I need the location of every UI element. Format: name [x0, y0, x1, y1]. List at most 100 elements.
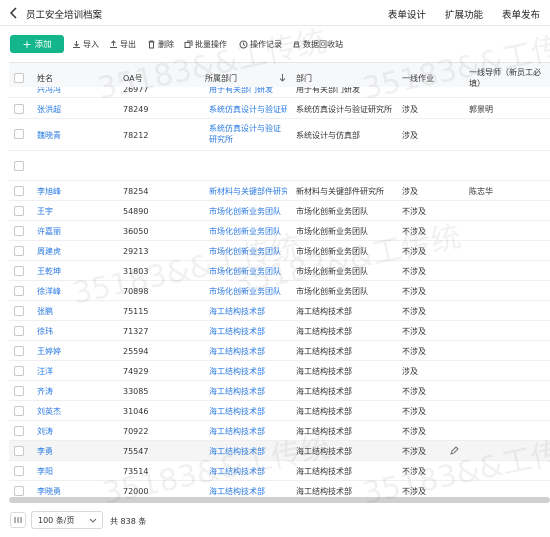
table-settings-button[interactable] [10, 512, 26, 528]
row-checkbox[interactable] [14, 266, 24, 276]
row-checkbox[interactable] [14, 386, 24, 396]
row-checkbox[interactable] [14, 486, 24, 496]
cell-name[interactable] [37, 151, 115, 181]
import-label: 导入 [83, 40, 99, 49]
cell-name[interactable]: 许嘉丽 [37, 221, 115, 241]
cell-name[interactable]: 齐涛 [37, 381, 115, 401]
cell-dept-link[interactable]: 海工结构技术部 [209, 461, 287, 481]
cell-dept-link[interactable]: 海工结构技术部 [209, 321, 287, 341]
cell-dept-link[interactable]: 系统仿真设计与验证研究所 [209, 99, 287, 119]
cell-dept-link[interactable]: 海工结构技术部 [209, 301, 287, 321]
row-checkbox[interactable] [14, 286, 24, 296]
cell-dept-link[interactable]: 新材料与关键部件研究所 [209, 181, 287, 201]
row-checkbox[interactable] [14, 104, 24, 114]
cell-name[interactable]: 张洪超 [37, 99, 115, 119]
import-button[interactable]: 导入 [72, 39, 99, 50]
cell-name[interactable]: 李阳 [37, 461, 115, 481]
cell-name[interactable]: 王乾坤 [37, 261, 115, 281]
batch-button[interactable]: 批量操作 [184, 39, 227, 50]
table-row[interactable] [9, 151, 550, 181]
cell-dept: 海工结构技术部 [296, 446, 352, 456]
table-row[interactable]: 李勇 75547 海工结构技术部 海工结构技术部 不涉及 [9, 441, 550, 461]
row-checkbox[interactable] [14, 326, 24, 336]
row-checkbox[interactable] [14, 246, 24, 256]
cell-name[interactable]: 周建虎 [37, 241, 115, 261]
row-checkbox[interactable] [14, 129, 24, 139]
table-row[interactable]: 许嘉丽 36050 市场化创新业务团队 市场化创新业务团队 不涉及 [9, 221, 550, 241]
row-checkbox[interactable] [14, 226, 24, 236]
table-row[interactable]: 王乾坤 31803 市场化创新业务团队 市场化创新业务团队 不涉及 [9, 261, 550, 281]
log-button[interactable]: 操作记录 [239, 39, 282, 50]
cell-dept-link[interactable]: 海工结构技术部 [209, 441, 287, 461]
horizontal-scrollbar[interactable] [9, 497, 550, 503]
edit-pencil-icon[interactable] [450, 446, 459, 455]
table-row[interactable]: 李旭峰 78254 新材料与关键部件研究所新材料与关键部件研究所 涉及 陈志华 [9, 181, 550, 201]
cell-dept-link[interactable]: 系统仿真设计与验证研究所 [209, 119, 287, 151]
table-row[interactable]: 张洪超78249系统仿真设计与验证研究所系统仿真设计与验证研究所涉及郭景明 [9, 99, 550, 119]
select-all-checkbox[interactable] [14, 73, 24, 83]
table-row[interactable]: 齐涛 33085 海工结构技术部 海工结构技术部 不涉及 [9, 381, 550, 401]
cell-dept-link[interactable]: 市场化创新业务团队 [209, 281, 287, 301]
table-row[interactable]: 王宇 54890 市场化创新业务团队 市场化创新业务团队 不涉及 [9, 201, 550, 221]
table-row-partial[interactable]: 兴冯冯 26977 用于有关部门研发 用于有关部门研发 [9, 87, 550, 98]
cell-name[interactable]: 刘涛 [37, 421, 115, 441]
cell-name[interactable]: 徐洋峰 [37, 281, 115, 301]
menu-form-design[interactable]: 表单设计 [388, 10, 426, 21]
cell-dept-link[interactable]: 市场化创新业务团队 [209, 201, 287, 221]
menu-form-publish[interactable]: 表单发布 [502, 10, 540, 21]
row-checkbox[interactable] [14, 306, 24, 316]
table-row[interactable]: 刘涛 70922 海工结构技术部 海工结构技术部 不涉及 [9, 421, 550, 441]
table-row[interactable]: 汪洋 74929 海工结构技术部 海工结构技术部 涉及 [9, 361, 550, 381]
cell-dept-link[interactable]: 市场化创新业务团队 [209, 221, 287, 241]
add-button[interactable]: + 添加 [10, 35, 64, 53]
row-checkbox[interactable] [14, 161, 24, 171]
row-checkbox[interactable] [14, 346, 24, 356]
row-checkbox[interactable] [14, 426, 24, 436]
cell-dept-link[interactable]: 市场化创新业务团队 [209, 241, 287, 261]
table-row[interactable]: 周建虎 29213 市场化创新业务团队 市场化创新业务团队 不涉及 [9, 241, 550, 261]
cell-dept-link[interactable]: 海工结构技术部 [209, 361, 287, 381]
cell-mentor [469, 281, 547, 301]
row-checkbox[interactable] [14, 186, 24, 196]
table-row[interactable]: 魏晓青 78212 系统仿真设计与验证研究所 系统设计与仿真部 涉及 [9, 119, 550, 151]
cell-name[interactable]: 张鹏 [37, 301, 115, 321]
cell-name[interactable]: 魏晓青 [37, 119, 115, 151]
cell-name[interactable]: 李旭峰 [37, 181, 115, 201]
table-row[interactable]: 刘英杰 31046 海工结构技术部 海工结构技术部 不涉及 [9, 401, 550, 421]
cell-name[interactable]: 李晓勇 [37, 481, 115, 497]
cell-dept-link[interactable]: 海工结构技术部 [209, 401, 287, 421]
cell-name[interactable]: 徐玮 [37, 321, 115, 341]
row-checkbox[interactable] [14, 406, 24, 416]
table-row[interactable]: 王婷婷 25594 海工结构技术部 海工结构技术部 不涉及 [9, 341, 550, 361]
cell-dept-link[interactable]: 市场化创新业务团队 [209, 261, 287, 281]
cell-name[interactable]: 李勇 [37, 441, 115, 461]
cell-dept-link[interactable]: 海工结构技术部 [209, 381, 287, 401]
recycle-button[interactable]: 数据回收站 [292, 39, 343, 50]
export-button[interactable]: 导出 [109, 39, 136, 50]
top-bar: 员工安全培训档案 表单设计 扩展功能 表单发布 [0, 0, 550, 26]
row-checkbox[interactable] [14, 466, 24, 476]
cell-name[interactable]: 王宇 [37, 201, 115, 221]
cell-dept-link[interactable]: 海工结构技术部 [209, 341, 287, 361]
table-row[interactable]: 徐洋峰 70898 市场化创新业务团队 市场化创新业务团队 不涉及 [9, 281, 550, 301]
back-arrow-icon[interactable] [8, 6, 20, 20]
cell-dept-link[interactable]: 海工结构技术部 [209, 421, 287, 441]
table-row[interactable]: 徐玮 71327 海工结构技术部 海工结构技术部 不涉及 [9, 321, 550, 341]
menu-extensions[interactable]: 扩展功能 [445, 10, 483, 21]
page-size-select[interactable]: 100 条/页 [31, 511, 103, 529]
cell-dept-link[interactable] [209, 151, 287, 181]
cell-dept-link[interactable]: 海工结构技术部 [209, 481, 287, 497]
table-row[interactable]: 张鹏 75115 海工结构技术部 海工结构技术部 不涉及 [9, 301, 550, 321]
cell-name[interactable]: 汪洋 [37, 361, 115, 381]
row-checkbox[interactable] [14, 206, 24, 216]
sort-down-icon[interactable] [279, 74, 286, 82]
cell-dept-link[interactable]: 用于有关部门研发 [209, 87, 273, 97]
table-row[interactable]: 李阳 73514 海工结构技术部 海工结构技术部 不涉及 [9, 461, 550, 481]
row-checkbox[interactable] [14, 366, 24, 376]
cell-name[interactable]: 王婷婷 [37, 341, 115, 361]
cell-name[interactable]: 刘英杰 [37, 401, 115, 421]
delete-button[interactable]: 删除 [147, 39, 174, 50]
row-checkbox[interactable] [14, 446, 24, 456]
cell-name[interactable]: 兴冯冯 [37, 87, 61, 97]
table-row[interactable]: 李晓勇 72000 海工结构技术部 海工结构技术部 不涉及 [9, 481, 550, 497]
